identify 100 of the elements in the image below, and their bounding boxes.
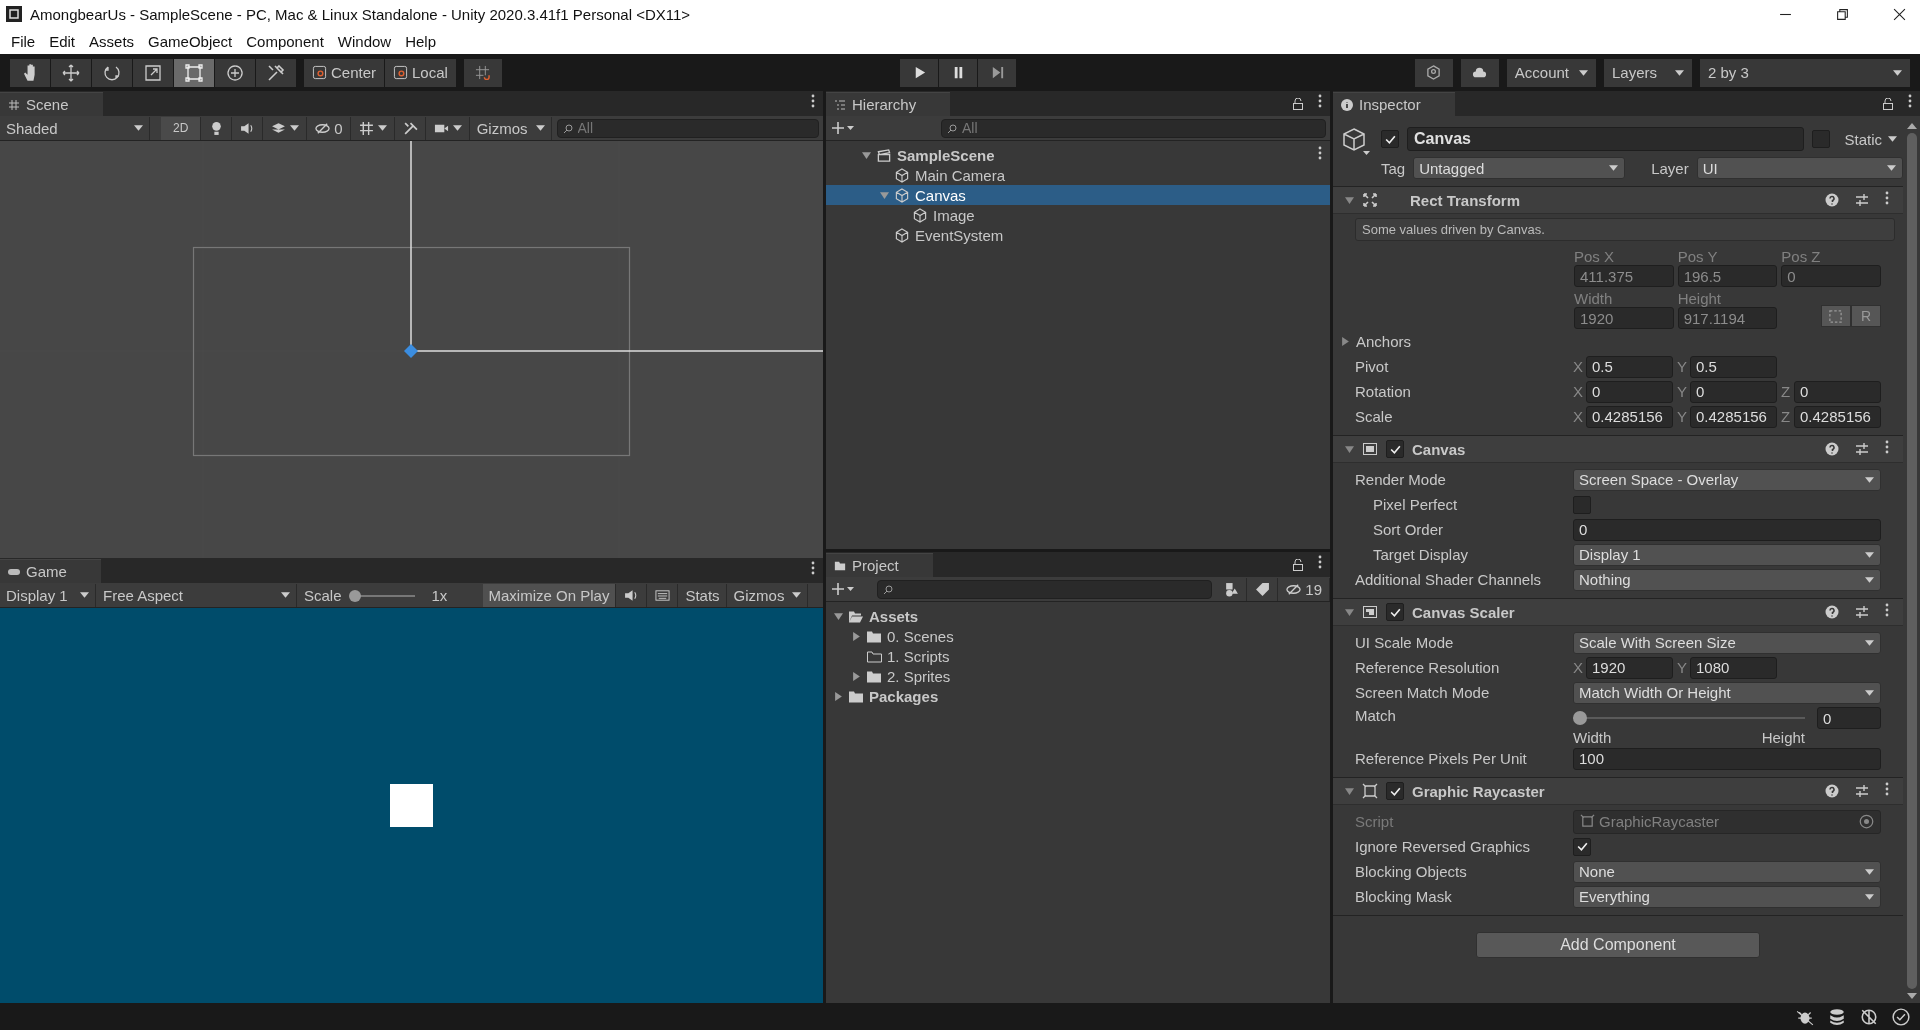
- layers-dropdown[interactable]: Layers: [1604, 58, 1692, 87]
- dropdown[interactable]: Nothing: [1573, 568, 1881, 591]
- menu-item[interactable]: Window: [330, 32, 399, 50]
- slider-thumb[interactable]: [1573, 711, 1587, 725]
- inspector-tab[interactable]: Inspector: [1333, 92, 1455, 116]
- project-item[interactable]: 1. Scripts: [826, 646, 1330, 666]
- pause-button[interactable]: [939, 58, 978, 87]
- component-enabled-checkbox[interactable]: [1386, 782, 1404, 800]
- help-icon[interactable]: [1825, 442, 1839, 456]
- number-field[interactable]: 0: [1586, 380, 1673, 403]
- play-button[interactable]: [900, 58, 939, 87]
- lock-icon[interactable]: [1292, 558, 1304, 571]
- project-tab[interactable]: Project: [826, 553, 933, 577]
- grid-snap-button[interactable]: [463, 58, 502, 87]
- expanded-arrow-icon[interactable]: [834, 611, 843, 621]
- number-field[interactable]: 0.4285156: [1586, 405, 1673, 428]
- rotate-tool-button[interactable]: [92, 58, 132, 87]
- number-field[interactable]: 0.4285156: [1690, 405, 1777, 428]
- presets-icon[interactable]: [1855, 442, 1869, 456]
- project-search-field[interactable]: [877, 579, 1213, 599]
- component-header[interactable]: Graphic Raycaster: [1333, 778, 1903, 805]
- foldout-arrow-icon[interactable]: [1345, 195, 1354, 205]
- number-field[interactable]: 0.4285156: [1794, 405, 1881, 428]
- transform-tool-button[interactable]: [215, 58, 255, 87]
- menu-item[interactable]: File: [4, 32, 43, 50]
- presets-icon[interactable]: [1855, 784, 1869, 798]
- more-icon[interactable]: [811, 94, 815, 108]
- game-tab[interactable]: Game: [0, 559, 101, 583]
- menu-item[interactable]: Assets: [82, 32, 142, 50]
- foldout-arrow-icon[interactable]: [1341, 337, 1350, 346]
- menu-item[interactable]: GameObject: [141, 32, 240, 50]
- step-button[interactable]: [978, 58, 1017, 87]
- more-icon[interactable]: [1318, 555, 1322, 569]
- component-enabled-checkbox[interactable]: [1386, 440, 1404, 458]
- project-item[interactable]: 2. Sprites: [826, 666, 1330, 686]
- number-field[interactable]: 0: [1573, 518, 1881, 541]
- checkbox[interactable]: [1573, 495, 1591, 514]
- foldout-arrow-icon[interactable]: [1345, 786, 1354, 796]
- presets-icon[interactable]: [1855, 605, 1869, 619]
- number-field[interactable]: 0: [1794, 380, 1881, 403]
- move-tool-button[interactable]: [51, 58, 91, 87]
- network-icon[interactable]: [1860, 1007, 1878, 1026]
- more-icon[interactable]: [1318, 145, 1322, 160]
- component-header[interactable]: Canvas: [1333, 436, 1903, 463]
- pivot-local-button[interactable]: Local: [385, 58, 456, 87]
- scroll-up-arrow-icon[interactable]: [1906, 123, 1917, 129]
- foldout-label[interactable]: Anchors: [1350, 333, 1574, 350]
- layout-dropdown[interactable]: 2 by 3: [1700, 58, 1910, 87]
- project-item[interactable]: Assets: [826, 606, 1330, 626]
- custom-tool-button[interactable]: [256, 58, 296, 87]
- menu-item[interactable]: Help: [398, 32, 444, 50]
- add-component-button[interactable]: Add Component: [1476, 932, 1760, 958]
- tag-dropdown[interactable]: Untagged: [1413, 157, 1626, 179]
- number-field[interactable]: 100: [1573, 747, 1881, 770]
- help-icon[interactable]: [1825, 193, 1839, 207]
- number-field[interactable]: 917.1194: [1677, 307, 1778, 329]
- menu-item[interactable]: Edit: [42, 32, 83, 50]
- number-field[interactable]: 411.375: [1574, 265, 1674, 287]
- hierarchy-search-field[interactable]: All: [941, 118, 1326, 138]
- more-icon[interactable]: [1885, 190, 1889, 205]
- scene-tab[interactable]: Scene: [0, 92, 103, 116]
- menu-item[interactable]: Component: [239, 32, 331, 50]
- slider-thumb[interactable]: [348, 589, 361, 602]
- more-icon[interactable]: [1885, 781, 1889, 796]
- object-name-field[interactable]: Canvas: [1407, 127, 1805, 151]
- static-dropdown[interactable]: Static: [1838, 127, 1903, 151]
- collapsed-arrow-icon[interactable]: [852, 631, 861, 641]
- scene-row[interactable]: SampleScene: [826, 145, 1330, 165]
- dropdown[interactable]: Scale With Screen Size: [1573, 631, 1881, 654]
- hierarchy-item[interactable]: Image: [826, 205, 1330, 225]
- collapsed-arrow-icon[interactable]: [834, 691, 843, 701]
- more-icon[interactable]: [1885, 602, 1889, 617]
- foldout-arrow-icon[interactable]: [1345, 607, 1354, 617]
- number-field[interactable]: 0.5: [1586, 355, 1673, 378]
- check-circle-icon[interactable]: [1892, 1007, 1910, 1026]
- lock-icon[interactable]: [1292, 97, 1304, 110]
- foldout-arrow-icon[interactable]: [1345, 444, 1354, 454]
- hierarchy-item[interactable]: Canvas: [826, 185, 1330, 205]
- hierarchy-tab[interactable]: Hierarchy: [826, 92, 951, 116]
- blueprint-mode-button[interactable]: [1821, 305, 1851, 327]
- scroll-down-arrow-icon[interactable]: [1906, 993, 1917, 999]
- layer-dropdown[interactable]: UI: [1696, 157, 1903, 179]
- collab-button[interactable]: [1414, 58, 1453, 87]
- number-field[interactable]: 0: [1690, 380, 1777, 403]
- component-enabled-checkbox[interactable]: [1386, 603, 1404, 621]
- rect-tool-button[interactable]: [174, 58, 214, 87]
- hierarchy-item[interactable]: Main Camera: [826, 165, 1330, 185]
- component-header[interactable]: Canvas Scaler: [1333, 599, 1903, 626]
- scale-tool-button[interactable]: [133, 58, 173, 87]
- static-checkbox[interactable]: [1812, 130, 1831, 148]
- more-icon[interactable]: [1908, 94, 1912, 108]
- number-field[interactable]: 0: [1781, 265, 1881, 287]
- hand-tool-button[interactable]: [10, 58, 50, 87]
- dropdown[interactable]: Display 1: [1573, 543, 1881, 566]
- cube-icon[interactable]: [1341, 127, 1371, 157]
- account-dropdown[interactable]: Account: [1506, 58, 1596, 87]
- more-icon[interactable]: [811, 561, 815, 575]
- presets-icon[interactable]: [1855, 193, 1869, 207]
- dropdown[interactable]: None: [1573, 860, 1881, 883]
- scene-search-field[interactable]: All: [556, 118, 819, 138]
